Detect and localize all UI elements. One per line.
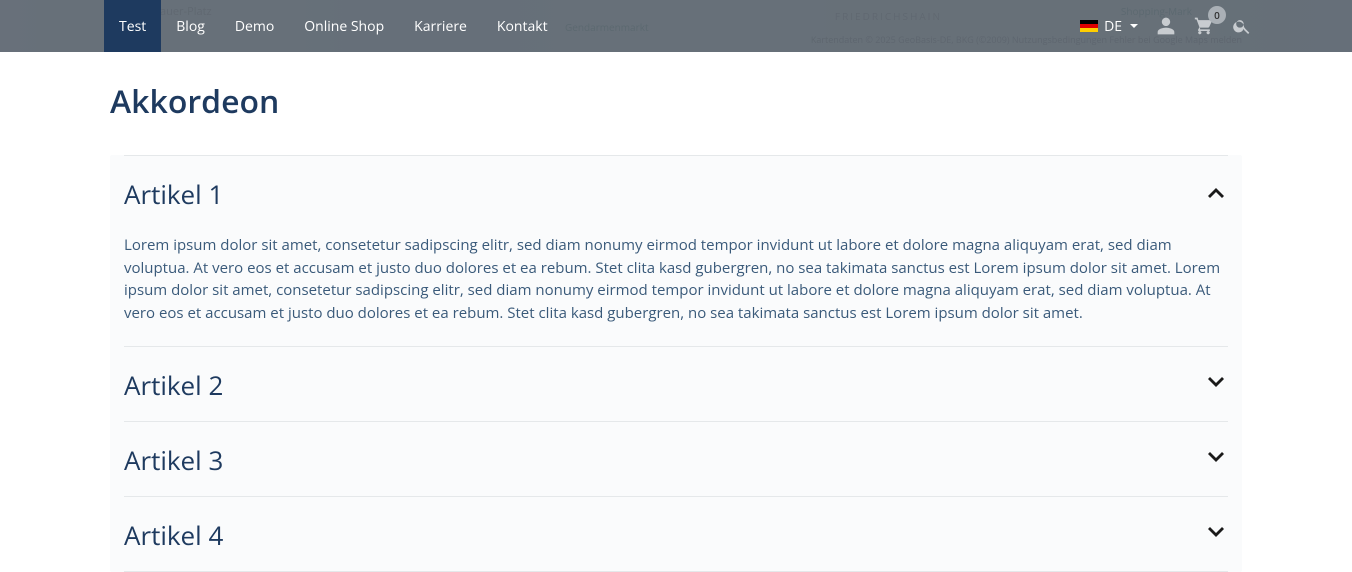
accordion-body: Lorem ipsum dolor sit amet, consetetur s… [124,230,1228,346]
chevron-down-icon [1204,371,1228,400]
chevron-down-icon [1130,24,1138,28]
accordion-item-2: Artikel 2 [124,347,1228,422]
accordion-header[interactable]: Artikel 1 [124,156,1228,230]
user-icon[interactable] [1156,16,1176,36]
accordion: Artikel 1 Lorem ipsum dolor sit amet, co… [110,155,1242,572]
search-icon[interactable] [1232,16,1252,36]
language-selector[interactable]: DE [1080,17,1138,36]
nav-right: DE 0 [1080,16,1252,36]
chevron-down-icon [1204,446,1228,475]
cart-icon[interactable]: 0 [1194,16,1214,36]
chevron-up-icon [1204,180,1228,209]
accordion-title: Artikel 1 [124,176,223,212]
flag-de-icon [1080,20,1098,32]
nav-item-demo[interactable]: Demo [220,0,289,52]
chevron-down-icon [1204,521,1228,550]
nav-item-test[interactable]: Test [104,0,161,52]
cart-badge: 0 [1208,6,1226,24]
accordion-item-1: Artikel 1 Lorem ipsum dolor sit amet, co… [124,155,1228,347]
accordion-title: Artikel 2 [124,367,223,403]
accordion-header[interactable]: Artikel 2 [124,347,1228,421]
nav-items: Test Blog Demo Online Shop Karriere Kont… [104,0,563,52]
nav-item-karriere[interactable]: Karriere [399,0,482,52]
accordion-item-4: Artikel 4 [124,497,1228,572]
accordion-title: Artikel 3 [124,442,223,478]
accordion-title: Artikel 4 [124,517,223,553]
accordion-header[interactable]: Artikel 3 [124,422,1228,496]
nav-item-kontakt[interactable]: Kontakt [482,0,563,52]
nav-item-online-shop[interactable]: Online Shop [289,0,399,52]
accordion-header[interactable]: Artikel 4 [124,497,1228,571]
section-title: Akkordeon [110,80,1242,123]
accordion-item-3: Artikel 3 [124,422,1228,497]
language-label: DE [1104,17,1122,36]
nav-item-blog[interactable]: Blog [161,0,220,52]
navbar: Test Blog Demo Online Shop Karriere Kont… [0,0,1352,52]
